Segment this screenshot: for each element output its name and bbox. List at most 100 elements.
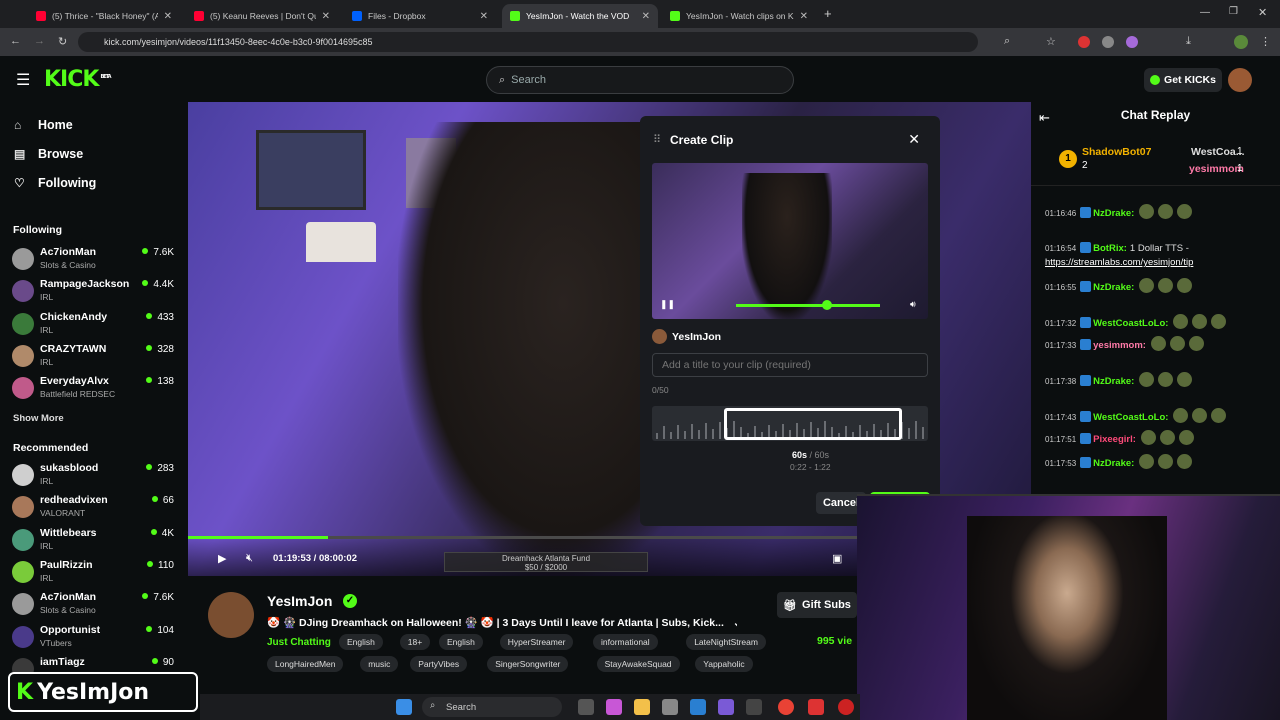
stream-tag[interactable]: English [439, 634, 483, 650]
chrome-icon[interactable] [778, 699, 794, 715]
store-icon[interactable] [662, 699, 678, 715]
char-count: 0/50 [652, 385, 669, 395]
stream-tag[interactable]: SingerSongwriter [487, 656, 569, 672]
clip-selection-range[interactable] [724, 408, 902, 440]
chat-username[interactable]: yesimmom: [1093, 340, 1146, 351]
volume-icon[interactable]: 🔇︎ [246, 552, 253, 565]
get-kicks-button[interactable]: Get KICKs [1144, 68, 1222, 92]
app-icon[interactable] [718, 699, 734, 715]
close-tab-icon[interactable]: ✕ [480, 11, 488, 22]
bookmark-star-icon[interactable]: ☆ [1046, 35, 1056, 48]
volume-icon[interactable]: 🔊︎ [910, 299, 916, 310]
stream-tag[interactable]: 18+ [399, 634, 431, 650]
menu-dots-icon[interactable]: ⋮ [1260, 35, 1271, 48]
channel-avatar[interactable] [208, 592, 254, 638]
copilot-icon[interactable] [606, 699, 622, 715]
close-tab-icon[interactable]: ✕ [164, 11, 172, 22]
channel-list-item[interactable]: Opportunist VTubers 104 [12, 622, 178, 652]
chat-username[interactable]: WestCoastLoLo: [1093, 412, 1168, 423]
extension-icon[interactable] [1078, 36, 1090, 48]
search-bar[interactable]: ⌕ Search [486, 66, 794, 94]
app-icon[interactable] [808, 699, 824, 715]
channel-list-item[interactable]: ChickenAndy IRL 433 [12, 309, 178, 339]
stream-tag[interactable]: English [339, 634, 383, 650]
taskbar-search[interactable]: ⌕ Search [422, 697, 562, 717]
channel-list-item[interactable]: redheadvixen VALORANT 66 [12, 492, 178, 522]
app-icon[interactable] [746, 699, 762, 715]
close-tab-icon[interactable]: ✕ [642, 11, 650, 22]
channel-list-item[interactable]: RampageJackson IRL 4.4K [12, 276, 178, 306]
user-avatar[interactable] [1228, 68, 1252, 92]
mail-icon[interactable] [690, 699, 706, 715]
clip-preview-scrubber[interactable] [822, 300, 832, 310]
chat-username[interactable]: NzDrake: [1093, 458, 1134, 469]
url-field[interactable]: kick.com/yesimjon/videos/11f13450-8eec-4… [78, 32, 978, 52]
browser-tab-3[interactable]: Files - Dropbox ✕ [344, 4, 496, 28]
category-link[interactable]: Just Chatting [267, 637, 331, 648]
task-view-icon[interactable] [578, 699, 594, 715]
chevron-down-icon[interactable]: ⌄ [733, 617, 737, 629]
hamburger-menu-icon[interactable]: ☰ [16, 70, 30, 90]
kick-logo[interactable]: KICK BETA [44, 67, 112, 92]
nav-browse[interactable]: ▤ Browse [14, 147, 83, 161]
channel-list-item[interactable]: sukasblood IRL 283 [12, 460, 178, 490]
zoom-icon[interactable]: ⌕ [1004, 35, 1010, 48]
maximize-icon[interactable]: ❐ [1229, 6, 1238, 17]
channel-list-item[interactable]: Ac7ionMan Slots & Casino 7.6K [12, 244, 178, 274]
stream-tag[interactable]: Yappaholic [695, 656, 753, 672]
forward-icon[interactable]: → [34, 35, 45, 47]
clip-title-input[interactable] [652, 353, 928, 377]
stream-tag[interactable]: HyperStreamer [499, 634, 574, 650]
channel-list-item[interactable]: PaulRizzin IRL 110 [12, 557, 178, 587]
stream-tag[interactable]: informational [593, 634, 658, 650]
browser-tab-5[interactable]: YesImJon - Watch clips on Kick ✕ [662, 4, 816, 28]
back-icon[interactable]: ← [10, 35, 21, 47]
clip-preview[interactable]: ❚❚ 🔊︎ [652, 163, 928, 319]
chat-username[interactable]: NzDrake: [1093, 208, 1134, 219]
new-tab-icon[interactable]: + [824, 6, 832, 21]
channel-list-item[interactable]: CRAZYTAWN IRL 328 [12, 341, 178, 371]
browser-tab-4[interactable]: YesImJon - Watch the VOD ✕ [502, 4, 658, 28]
show-more-link[interactable]: Show More [13, 413, 64, 424]
clip-preview-progress[interactable] [736, 304, 880, 307]
extension-icon[interactable] [1126, 36, 1138, 48]
play-icon[interactable]: ▶ [218, 552, 226, 565]
channel-name[interactable]: YesImJon [267, 593, 332, 609]
app-icon[interactable] [838, 699, 854, 715]
browser-tab-2[interactable]: (5) Keanu Reeves | Don't Quit Y ✕ [186, 4, 338, 28]
leader-name[interactable]: yesimmom [1189, 163, 1244, 175]
drag-handle-icon[interactable]: ⠿ [653, 133, 661, 146]
chat-link[interactable]: https://streamlabs.com/yesimjon/tip [1045, 257, 1193, 268]
gift-subs-button[interactable]: 🎁︎ Gift Subs [777, 592, 857, 618]
chat-username[interactable]: NzDrake: [1093, 282, 1134, 293]
leader-name[interactable]: ShadowBot07 [1082, 146, 1151, 158]
channel-list-item[interactable]: EverydayAlvx Battlefield REDSEC 138 [12, 373, 178, 403]
profile-avatar[interactable] [1234, 35, 1248, 49]
minimize-icon[interactable]: — [1200, 7, 1210, 18]
theater-mode-icon[interactable]: ▣ [832, 552, 842, 565]
pause-icon[interactable]: ❚❚ [660, 299, 675, 310]
chat-username[interactable]: BotRix: [1093, 243, 1127, 254]
chat-username[interactable]: NzDrake: [1093, 376, 1134, 387]
windows-start-icon[interactable] [396, 699, 412, 715]
stream-tag[interactable]: music [360, 656, 399, 672]
nav-home[interactable]: ⌂ Home [14, 118, 73, 132]
channel-list-item[interactable]: Wittlebears IRL 4K [12, 525, 178, 555]
nav-following[interactable]: ♡ Following [14, 176, 96, 190]
file-explorer-icon[interactable] [634, 699, 650, 715]
stream-tag[interactable]: PartyVibes [410, 656, 468, 672]
close-modal-icon[interactable]: ✕ [908, 131, 920, 148]
chat-username[interactable]: WestCoastLoLo: [1093, 318, 1168, 329]
channel-list-item[interactable]: Ac7ionMan Slots & Casino 7.6K [12, 589, 178, 619]
close-tab-icon[interactable]: ✕ [800, 11, 808, 22]
stream-tag[interactable]: LateNightStream [686, 634, 766, 650]
extension-icon[interactable] [1102, 36, 1114, 48]
close-window-icon[interactable]: ✕ [1258, 6, 1267, 19]
stream-tag[interactable]: StayAwakeSquad [596, 656, 680, 672]
browser-tab-1[interactable]: (5) Thrice - "Black Honey" (Aco ✕ [28, 4, 180, 28]
reload-icon[interactable]: ↻ [58, 35, 67, 48]
stream-tag[interactable]: LongHairedMen [267, 656, 344, 672]
download-icon[interactable]: ⤓ [1186, 35, 1191, 48]
close-tab-icon[interactable]: ✕ [322, 11, 330, 22]
chat-username[interactable]: Pixeegirl: [1093, 434, 1136, 445]
